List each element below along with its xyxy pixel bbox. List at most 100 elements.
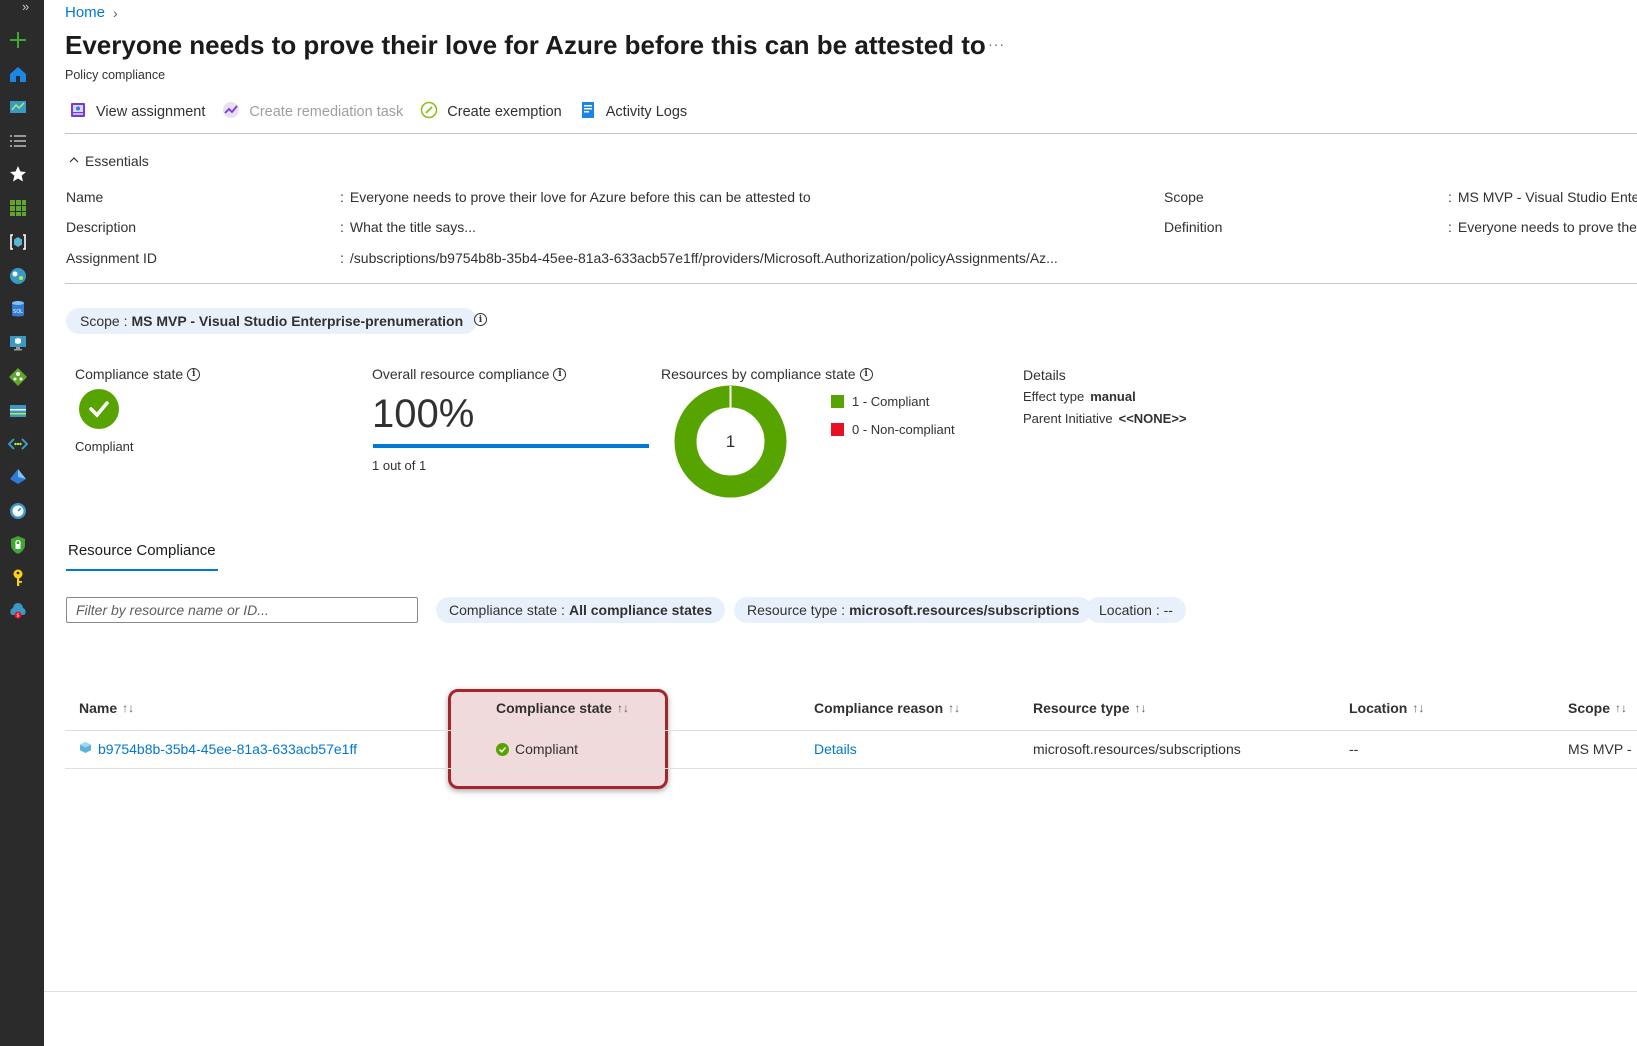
- compliant-swatch: [831, 395, 844, 408]
- svg-text:SQL: SQL: [13, 309, 23, 315]
- breadcrumb: Home ›: [65, 4, 118, 21]
- scope-cell: MS MVP -: [1568, 741, 1632, 757]
- column-header-compliance-state[interactable]: Compliance state ↑↓: [496, 700, 629, 716]
- resource-group-icon[interactable]: [8, 232, 28, 252]
- home-icon[interactable]: [8, 64, 28, 84]
- table-row-divider: [65, 768, 1637, 769]
- resource-name-link[interactable]: b9754b8b-35b4-45ee-81a3-633acb57e1ff: [79, 741, 357, 757]
- definition-link[interactable]: Everyone needs to prove the: [1458, 219, 1637, 235]
- compliant-check-icon: [79, 389, 119, 429]
- create-exemption-button[interactable]: Create exemption: [420, 101, 562, 123]
- favorites-star-icon[interactable]: [8, 164, 28, 184]
- virtual-network-icon[interactable]: [8, 434, 28, 454]
- location-cell: --: [1349, 741, 1359, 757]
- column-header-location[interactable]: Location ↑↓: [1349, 700, 1424, 716]
- scope-filter-pill[interactable]: Scope : MS MVP - Visual Studio Enterpris…: [66, 308, 478, 334]
- column-header-scope[interactable]: Scope ↑↓: [1568, 700, 1627, 716]
- create-exemption-label: Create exemption: [447, 104, 562, 120]
- donut-center-value: 1: [726, 432, 735, 451]
- compliance-state-filter-pill[interactable]: Compliance state : All compliance states: [436, 597, 726, 623]
- location-filter-pill[interactable]: Location : --: [1086, 597, 1186, 623]
- plus-icon[interactable]: [8, 30, 28, 50]
- assignment-id-value: : /subscriptions/b9754b8b-35b4-45ee-81a3-…: [340, 250, 1058, 266]
- compliance-reason-details-link[interactable]: Details: [814, 741, 857, 757]
- cost-management-icon[interactable]: $: [8, 602, 28, 622]
- activity-logs-label: Activity Logs: [605, 104, 688, 120]
- create-remediation-task-button[interactable]: Create remediation task: [222, 101, 403, 123]
- create-remediation-label: Create remediation task: [249, 104, 404, 120]
- activity-log-icon: [579, 101, 597, 123]
- colon: :: [340, 189, 344, 205]
- more-options-icon[interactable]: ···: [988, 36, 1005, 52]
- app-services-icon[interactable]: [8, 266, 28, 286]
- info-icon[interactable]: i: [859, 367, 873, 381]
- essentials-toggle[interactable]: Essentials: [68, 153, 149, 169]
- page-subtitle: Policy compliance: [65, 68, 166, 82]
- resource-name-text: b9754b8b-35b4-45ee-81a3-633acb57e1ff: [98, 741, 357, 757]
- activity-logs-button[interactable]: Activity Logs: [579, 101, 687, 123]
- info-icon[interactable]: i: [553, 367, 567, 381]
- main-content: Home › Everyone needs to prove their lov…: [44, 0, 1637, 1046]
- resource-filter-input[interactable]: [66, 597, 418, 623]
- remediation-icon: [222, 101, 240, 123]
- legend-noncompliant: 0 - Non-compliant: [831, 422, 955, 437]
- overall-compliance-heading: Overall resource compliance i: [372, 366, 567, 382]
- column-resource-type-label: Resource type: [1033, 700, 1130, 716]
- definition-label: Definition: [1164, 219, 1223, 235]
- sort-icon: ↑↓: [122, 701, 135, 715]
- resource-type-filter-value: microsoft.resources/subscriptions: [849, 602, 1080, 618]
- overall-compliance-percent: 100%: [372, 392, 475, 436]
- resource-type-filter-prefix: Resource type :: [747, 602, 846, 618]
- sort-icon: ↑↓: [616, 701, 629, 715]
- entra-id-icon[interactable]: [8, 467, 28, 487]
- chevron-up-icon: [68, 153, 80, 169]
- exemption-icon: [420, 101, 438, 123]
- compliance-filter-prefix: Compliance state :: [449, 602, 565, 618]
- resources-by-state-heading: Resources by compliance state i: [661, 366, 873, 382]
- divider: [65, 133, 1637, 134]
- dashboard-icon[interactable]: [8, 97, 28, 117]
- column-location-label: Location: [1349, 700, 1408, 716]
- column-header-resource-type[interactable]: Resource type ↑↓: [1033, 700, 1146, 716]
- footer-divider: [44, 991, 1637, 992]
- info-icon[interactable]: i: [187, 367, 201, 381]
- key-vault-icon[interactable]: [8, 568, 28, 588]
- tab-resource-compliance[interactable]: Resource Compliance: [66, 542, 218, 571]
- resource-type-filter-pill[interactable]: Resource type : microsoft.resources/subsc…: [734, 597, 1093, 623]
- compliance-donut-chart[interactable]: 1: [674, 385, 787, 498]
- scope-pill-prefix: Scope :: [80, 313, 128, 329]
- column-compliance-reason-label: Compliance reason: [814, 700, 944, 716]
- sort-icon: ↑↓: [1412, 701, 1425, 715]
- overall-compliance-count: 1 out of 1: [372, 458, 427, 473]
- breadcrumb-home-link[interactable]: Home: [65, 4, 105, 21]
- sql-database-icon[interactable]: SQL: [8, 299, 28, 319]
- legend-compliant-label: 1 - Compliant: [852, 394, 930, 409]
- compliance-state-heading: Compliance state i: [75, 366, 201, 382]
- virtual-machine-icon[interactable]: [8, 333, 28, 353]
- legend-noncompliant-label: 0 - Non-compliant: [852, 422, 955, 437]
- info-icon[interactable]: i: [474, 313, 487, 326]
- defender-icon[interactable]: [8, 535, 28, 555]
- view-assignment-button[interactable]: View assignment: [69, 101, 205, 123]
- table-header-divider: [65, 730, 1637, 731]
- scope-link[interactable]: MS MVP - Visual Studio Ente: [1458, 189, 1637, 205]
- all-resources-icon[interactable]: [8, 198, 28, 218]
- command-bar: View assignment Create remediation task …: [69, 101, 704, 123]
- compliance-state-text: Compliant: [515, 741, 579, 757]
- sort-icon: ↑↓: [1615, 701, 1628, 715]
- svg-text:$: $: [16, 613, 19, 619]
- sort-icon: ↑↓: [1134, 701, 1147, 715]
- colon: :: [340, 250, 344, 266]
- assignment-id-label: Assignment ID: [66, 250, 158, 266]
- left-nav-rail: » SQL $: [0, 0, 44, 1046]
- monitor-icon[interactable]: [8, 501, 28, 521]
- column-header-compliance-reason[interactable]: Compliance reason ↑↓: [814, 700, 960, 716]
- expand-menu-icon[interactable]: »: [22, 0, 29, 13]
- all-services-icon[interactable]: [8, 131, 28, 151]
- storage-account-icon[interactable]: [8, 401, 28, 421]
- parent-initiative-row: Parent Initiative <<NONE>>: [1023, 411, 1187, 426]
- load-balancer-icon[interactable]: [8, 367, 28, 387]
- column-compliance-state-label: Compliance state: [496, 700, 612, 716]
- column-header-name[interactable]: Name ↑↓: [79, 700, 134, 716]
- page-title: Everyone needs to prove their love for A…: [65, 30, 986, 60]
